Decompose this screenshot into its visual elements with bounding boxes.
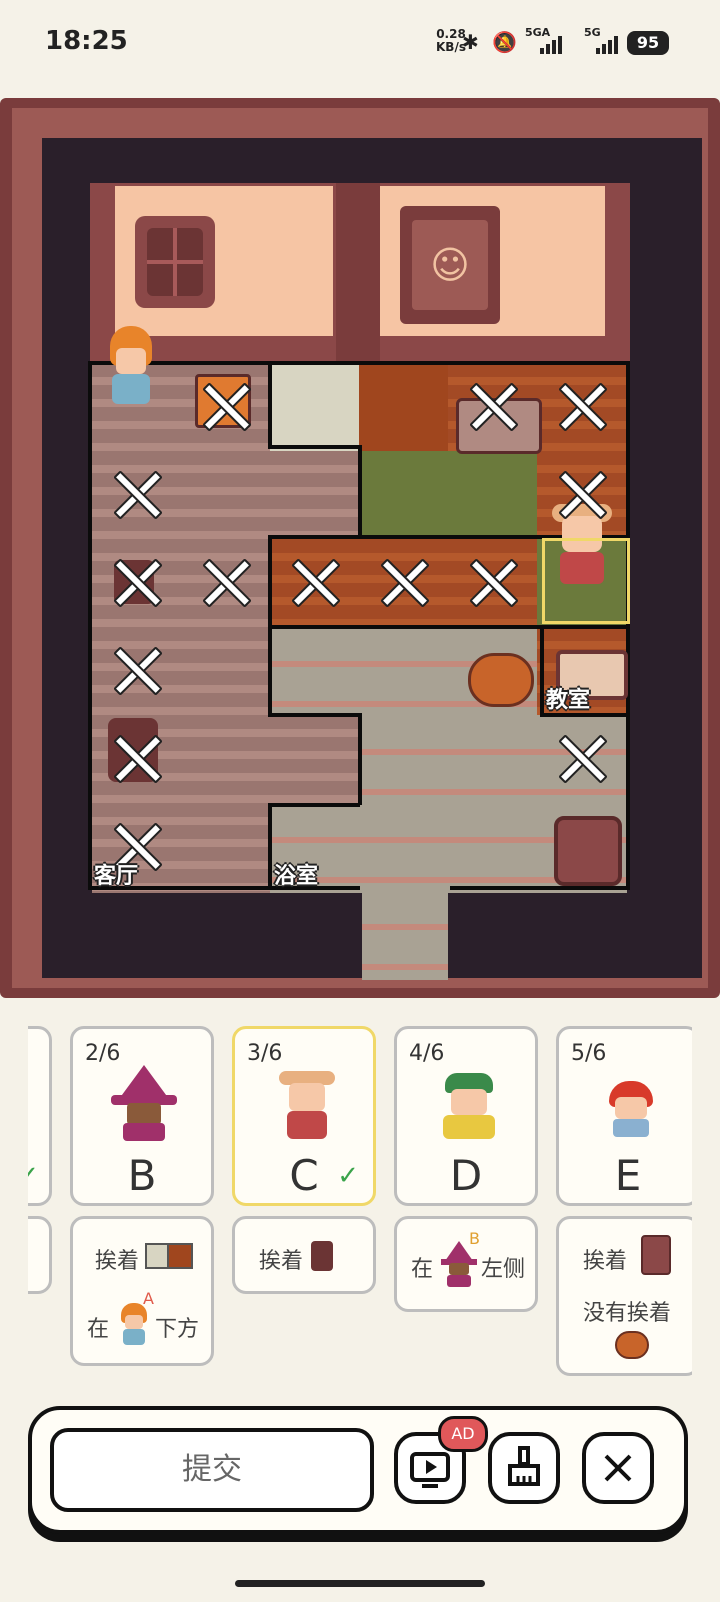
character-a-icon (119, 1303, 149, 1347)
cross-mark-icon[interactable] (112, 557, 160, 605)
floor-tile[interactable] (448, 715, 538, 805)
mute-icon: 🔕 (492, 30, 517, 54)
cross-mark-icon[interactable] (557, 469, 605, 517)
cross-mark-icon[interactable] (290, 557, 338, 605)
cross-mark-icon[interactable] (201, 557, 249, 605)
floor-tile[interactable] (448, 451, 538, 541)
ad-badge: AD (438, 1416, 488, 1452)
battery-indicator: 95 (627, 31, 669, 55)
character-card-b[interactable]: 2/6 B (70, 1026, 214, 1206)
stool-icon[interactable] (554, 816, 622, 886)
room-label-bathroom: 浴室 (274, 864, 319, 889)
window-icon (135, 216, 215, 308)
explorer-icon (279, 1071, 335, 1141)
selected-cell[interactable] (542, 538, 630, 624)
close-button[interactable] (582, 1432, 654, 1504)
character-card-d[interactable]: 4/6 D (394, 1026, 538, 1206)
floor-tile[interactable] (359, 715, 449, 805)
floor-tile[interactable] (270, 715, 360, 805)
clue-card-e: 挨着 没有挨着 (556, 1216, 692, 1376)
wall-pillar (336, 183, 380, 363)
character-card-a[interactable]: ✓ (28, 1026, 52, 1206)
room-border (450, 886, 628, 890)
chair-icon (311, 1241, 333, 1271)
cross-mark-icon[interactable] (468, 557, 516, 605)
cross-mark-icon[interactable] (379, 557, 427, 605)
floor-tile[interactable] (359, 451, 449, 541)
home-indicator[interactable] (235, 1580, 485, 1587)
floor-tile[interactable] (270, 627, 360, 717)
status-bar: 18:25 0.28 KB/s ✱ 🔕 5GA 5G 95 (0, 0, 720, 90)
solved-check-icon: ✓ (337, 1161, 359, 1191)
room-label-living-room: 客厅 (94, 864, 139, 889)
floor-tile[interactable] (359, 803, 449, 893)
character-cards: ✓ 2/6 B 3/6 C ✓ 4/6 D 5/6 E 挨着 在 A 下方 挨着… (28, 1018, 692, 1378)
clear-button[interactable] (488, 1432, 560, 1504)
floor-tile[interactable] (270, 363, 360, 453)
clue-card-c: 挨着 (232, 1216, 376, 1294)
stool-icon (641, 1235, 671, 1275)
character-a-sprite[interactable] (100, 326, 162, 408)
clock: 18:25 (45, 26, 128, 56)
room-border (88, 361, 92, 890)
floor-tile[interactable] (181, 715, 271, 805)
submit-button[interactable]: 提交 (50, 1428, 374, 1512)
floor-tile[interactable] (448, 803, 538, 893)
close-icon (604, 1454, 632, 1482)
redhead-icon (607, 1081, 655, 1137)
elf-icon (439, 1073, 499, 1141)
cross-mark-icon[interactable] (468, 381, 516, 429)
cross-mark-icon[interactable] (557, 733, 605, 781)
brown-tile-icon (167, 1243, 193, 1269)
character-card-c[interactable]: 3/6 C ✓ (232, 1026, 376, 1206)
room-label-classroom: 教室 (546, 688, 591, 713)
broom-icon (508, 1446, 540, 1486)
floor-tile[interactable] (181, 627, 271, 717)
doorway (362, 890, 448, 980)
cross-mark-icon[interactable] (201, 381, 249, 429)
floor-tile[interactable] (359, 363, 449, 453)
floor-tile[interactable] (181, 451, 271, 541)
clue-card-a (28, 1216, 52, 1294)
signal-icon (596, 32, 618, 54)
action-bar: 提交 AD (28, 1406, 688, 1534)
bluetooth-icon: ✱ (462, 30, 479, 54)
wall-portrait-icon: ☺ (400, 206, 500, 324)
cross-mark-icon[interactable] (112, 733, 160, 781)
watch-ad-hint-button[interactable]: AD (394, 1416, 488, 1504)
character-b-icon (441, 1241, 477, 1289)
room-border (90, 361, 628, 365)
witch-icon (111, 1065, 177, 1141)
floor-tile[interactable] (270, 451, 360, 541)
game-board: ☺ 客厅 浴室 教室 (0, 98, 720, 998)
cross-mark-icon[interactable] (557, 381, 605, 429)
signal-icon (540, 32, 562, 54)
cross-mark-icon[interactable] (112, 469, 160, 517)
character-card-e[interactable]: 5/6 E (556, 1026, 692, 1206)
pot-icon (615, 1331, 649, 1359)
floor-tile[interactable] (359, 627, 449, 717)
cross-mark-icon[interactable] (112, 645, 160, 693)
floor-tile[interactable] (181, 803, 271, 893)
clue-card-b: 挨着 在 A 下方 (70, 1216, 214, 1366)
pot-icon[interactable] (468, 653, 534, 707)
clue-card-d: 在 B 左侧 (394, 1216, 538, 1312)
